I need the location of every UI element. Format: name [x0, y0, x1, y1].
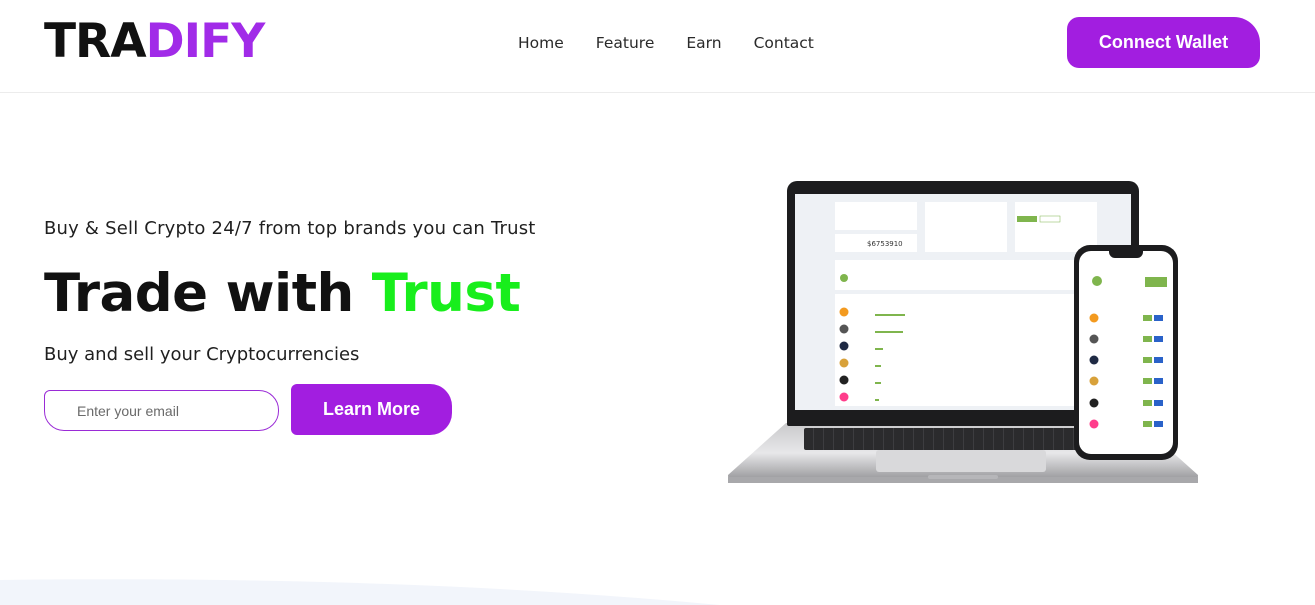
laptop-keyboard: [804, 428, 1118, 450]
headline-accent: Trust: [371, 263, 521, 324]
hero-tagline: Buy & Sell Crypto 24/7 from top brands y…: [44, 218, 536, 239]
bottom-wave: [0, 579, 720, 605]
nav-earn[interactable]: Earn: [686, 33, 721, 53]
phone-notch: [1109, 251, 1143, 258]
nav-home[interactable]: Home: [518, 33, 564, 53]
phone-screen: [1079, 251, 1173, 454]
logo[interactable]: TRADIFY: [44, 14, 266, 70]
nav-contact[interactable]: Contact: [754, 33, 814, 53]
connect-wallet-button[interactable]: Connect Wallet: [1067, 17, 1260, 68]
logo-text-purple: DIFY: [145, 14, 266, 69]
learn-more-button[interactable]: Learn More: [291, 384, 452, 435]
portfolio-value: $6753910: [867, 240, 903, 248]
phone-graphic: [1089, 276, 1167, 429]
phone: [1074, 245, 1178, 460]
main-nav: Home Feature Earn Contact: [518, 33, 814, 53]
site-header: TRADIFY Home Feature Earn Contact Connec…: [0, 0, 1315, 93]
headline-main: Trade with: [44, 263, 372, 324]
nav-feature[interactable]: Feature: [596, 33, 655, 53]
laptop-trackpad: [876, 450, 1046, 472]
hero-headline: Trade with Trust: [44, 262, 521, 326]
phone-coin-rows: [1089, 313, 1163, 429]
devices-illustration: $6753910: [726, 178, 1202, 494]
logo-text-dark: TRA: [44, 14, 147, 69]
email-input[interactable]: [44, 390, 279, 431]
hero-subheadline: Buy and sell your Cryptocurrencies: [44, 344, 360, 365]
